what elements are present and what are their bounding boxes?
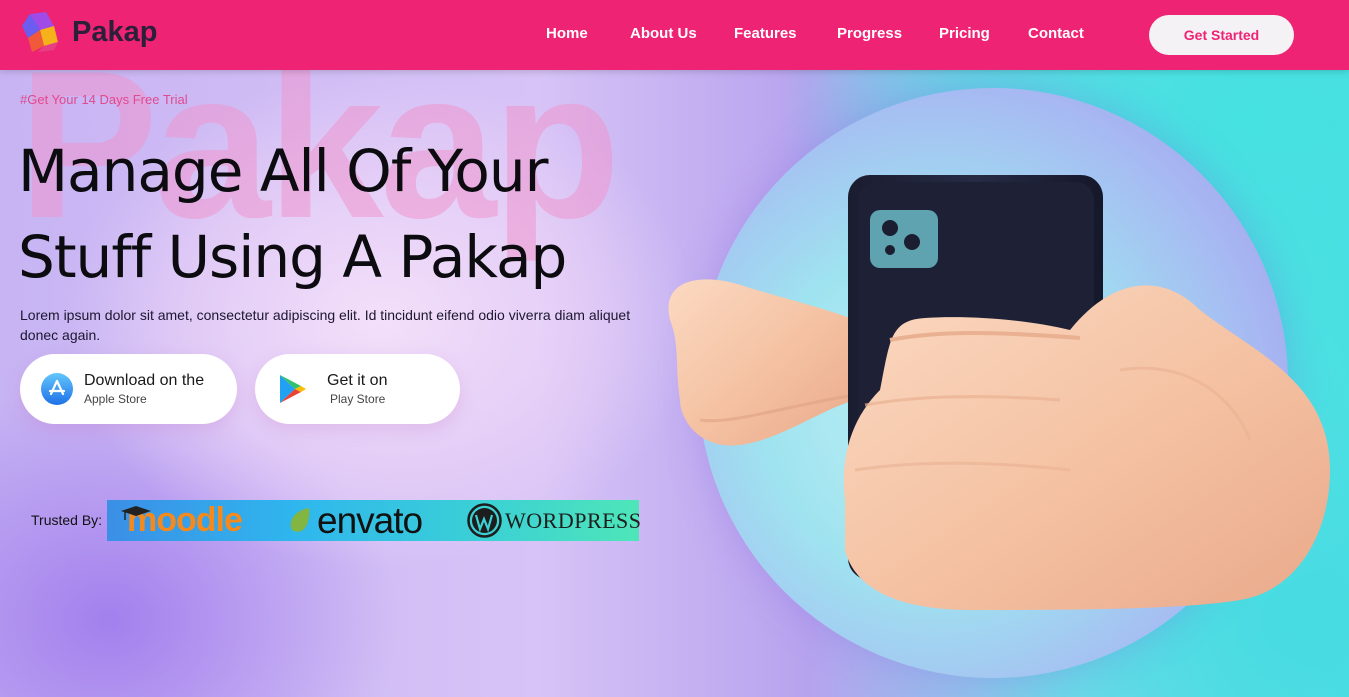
apple-store-line-1: Download on the [84,372,205,389]
play-store-text: Get it on Play Store [327,372,387,406]
apple-store-text: Download on the Apple Store [84,372,204,406]
apple-store-line-2: Apple Store [84,392,147,406]
trusted-by-label: Trusted By: [31,512,103,528]
hero-tagline: #Get Your 14 Days Free Trial [20,92,188,107]
apple-store-button[interactable]: Download on the Apple Store [20,354,237,424]
app-store-icon [41,373,73,405]
play-store-button[interactable]: Get it on Play Store [255,354,460,424]
hero-headline-line-1: Manage All Of Your [18,137,549,205]
nav-progress-link[interactable]: Progress [837,25,902,42]
trusted-brands-strip: moodle envato WordPress [107,500,642,541]
hero-headline: Manage All Of Your Stuff Using A Pakap [18,128,658,300]
play-store-icon [280,375,306,403]
brand-logo[interactable]: Pakap [20,12,157,52]
graduation-cap-icon [121,506,151,520]
site-header: Pakap Home About Us Features Progress Pr… [0,0,1349,70]
get-started-button[interactable]: Get Started [1149,15,1294,55]
nav-contact-link[interactable]: Contact [1028,25,1084,42]
wordpress-logo-icon [467,503,502,538]
brand-name: Pakap [72,15,158,48]
nav-home-link[interactable]: Home [546,25,588,42]
brand-logo-icon [22,12,58,52]
play-store-line-2: Play Store [330,392,386,406]
envato-wordmark: envato [317,500,423,541]
nav-features-link[interactable]: Features [734,25,797,42]
nav-pricing-link[interactable]: Pricing [939,25,990,42]
moodle-logo: moodle [121,500,243,541]
envato-leaf-icon [290,508,310,532]
hand-holding-phone-illustration [668,175,1330,610]
nav-about-link[interactable]: About Us [630,25,697,42]
wordpress-wordmark: WordPress [505,508,642,533]
hero-headline-line-2: Stuff Using A Pakap [18,223,567,291]
hero-description: Lorem ipsum dolor sit amet, consectetur … [20,307,631,343]
play-store-line-1: Get it on [327,372,388,389]
